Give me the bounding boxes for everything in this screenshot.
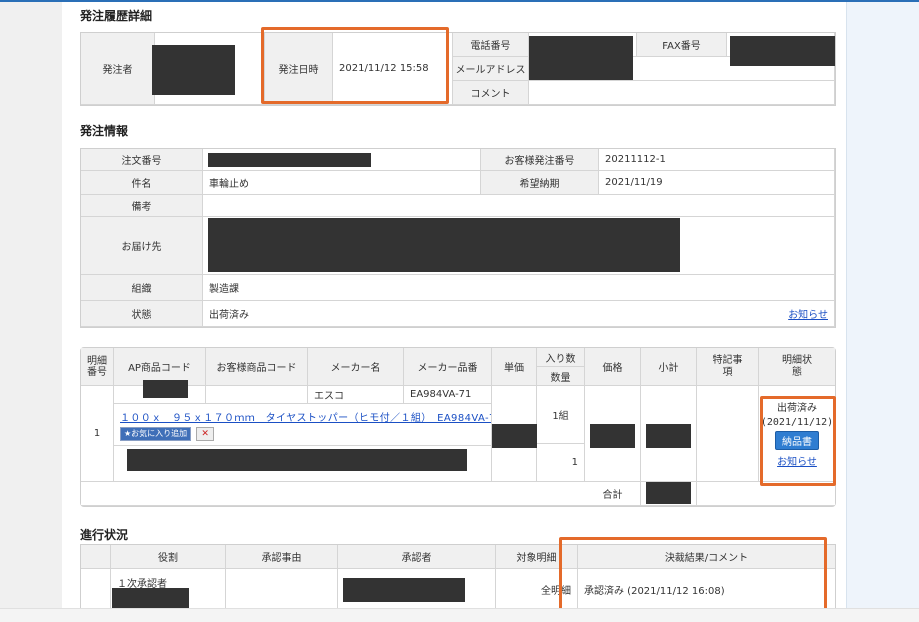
status-value: 出荷済み — [209, 310, 249, 321]
comment-label: コメント — [453, 81, 529, 105]
bottom-strip — [0, 608, 919, 622]
mail-label: メールアドレス — [453, 57, 529, 81]
total-label: 合計 — [585, 482, 641, 506]
customer-order-no-label: お客様発注番号 — [481, 149, 599, 171]
progress-col-role: 役割 — [111, 545, 226, 569]
redacted-orderer — [152, 45, 235, 95]
row-qty-in: 1組 — [537, 386, 585, 444]
row-customer-code — [206, 386, 308, 404]
history-detail-title: 発注履歴詳細 — [80, 9, 153, 23]
redacted-total — [646, 482, 691, 504]
product-link[interactable]: １００ｘ ９５ｘ１７０ｍｍ タイヤストッパー（ヒモ付／１組） EA984VA-7… — [120, 409, 491, 424]
row-qty: 1 — [537, 444, 585, 482]
organization-label: 組織 — [81, 275, 203, 301]
col-customer-code: お客様商品コード — [206, 348, 308, 386]
total-spacer — [81, 482, 585, 506]
redacted-delivery-address — [208, 218, 680, 272]
fax-label: FAX番号 — [637, 33, 727, 57]
redacted-ap-code — [143, 380, 188, 398]
order-info-title: 発注情報 — [80, 124, 129, 138]
redacted-approver — [343, 578, 465, 602]
progress-col-approver: 承認者 — [338, 545, 496, 569]
phone-label: 電話番号 — [453, 33, 529, 57]
progress-row-reason — [226, 569, 338, 611]
product-actions: ★ お気に入り追加 ✕ — [120, 426, 215, 441]
desired-delivery-value: 2021/11/19 — [599, 171, 835, 195]
col-maker-part: メーカー品番 — [404, 348, 492, 386]
col-price: 価格 — [585, 348, 641, 386]
highlight-line-status — [760, 396, 836, 486]
detail-table: 明細番号 AP商品コード お客様商品コード メーカー名 メーカー品番 単価 入り… — [80, 347, 836, 507]
col-qty-in: 入り数 — [537, 348, 585, 367]
redacted-subtotal — [646, 424, 691, 448]
row-notes — [697, 386, 759, 482]
row-product-cell: １００ｘ ９５ｘ１７０ｍｍ タイヤストッパー（ヒモ付／１組） EA984VA-7… — [114, 404, 492, 446]
main-content: 発注履歴詳細 発注者 発注日時 2021/11/12 15:58 電話番号 FA… — [62, 2, 846, 621]
desired-delivery-label: 希望納期 — [481, 171, 599, 195]
col-unit-price: 単価 — [492, 348, 537, 386]
delete-icon[interactable]: ✕ — [196, 426, 215, 441]
right-side-pane — [846, 2, 919, 621]
remarks-value — [203, 195, 835, 217]
left-margin — [0, 2, 62, 621]
redacted-unit-price — [492, 424, 537, 448]
redacted-contact — [529, 36, 633, 80]
progress-col-reason: 承認事由 — [226, 545, 338, 569]
status-label: 状態 — [81, 301, 203, 327]
col-subtotal: 小計 — [641, 348, 697, 386]
delivery-label: お届け先 — [81, 217, 203, 275]
col-maker: メーカー名 — [308, 348, 404, 386]
star-icon: ★ — [124, 429, 132, 438]
customer-order-no-value: 20211112-1 — [599, 149, 835, 171]
subject-value: 車輪止め — [203, 171, 481, 195]
remarks-label: 備考 — [81, 195, 203, 217]
progress-col-blank — [81, 545, 111, 569]
redacted-role-person — [112, 588, 189, 610]
col-qty: 数量 — [537, 367, 585, 386]
organization-value: 製造課 — [203, 275, 835, 301]
status-row: 出荷済み お知らせ — [203, 301, 835, 327]
row-maker: エスコ — [308, 386, 404, 404]
highlight-order-datetime — [261, 27, 449, 104]
comment-value — [529, 81, 835, 105]
row-line-no: 1 — [81, 386, 114, 482]
highlight-approval-result — [559, 537, 827, 613]
col-line-no: 明細番号 — [81, 348, 114, 386]
redacted-price — [590, 424, 635, 448]
orderer-label: 発注者 — [81, 33, 155, 105]
col-line-status: 明細状態 — [759, 348, 835, 386]
row-maker-part: EA984VA-71 — [404, 386, 492, 404]
redacted-order-no — [208, 153, 371, 167]
progress-row-blank — [81, 569, 111, 611]
order-no-label: 注文番号 — [81, 149, 203, 171]
redacted-extra-info — [127, 449, 467, 471]
subject-label: 件名 — [81, 171, 203, 195]
redacted-fax — [730, 36, 835, 66]
status-notice-link[interactable]: お知らせ — [788, 306, 828, 321]
add-favorite-button[interactable]: ★ お気に入り追加 — [120, 426, 192, 441]
col-notes: 特記事項 — [697, 348, 759, 386]
progress-title: 進行状況 — [80, 528, 129, 542]
